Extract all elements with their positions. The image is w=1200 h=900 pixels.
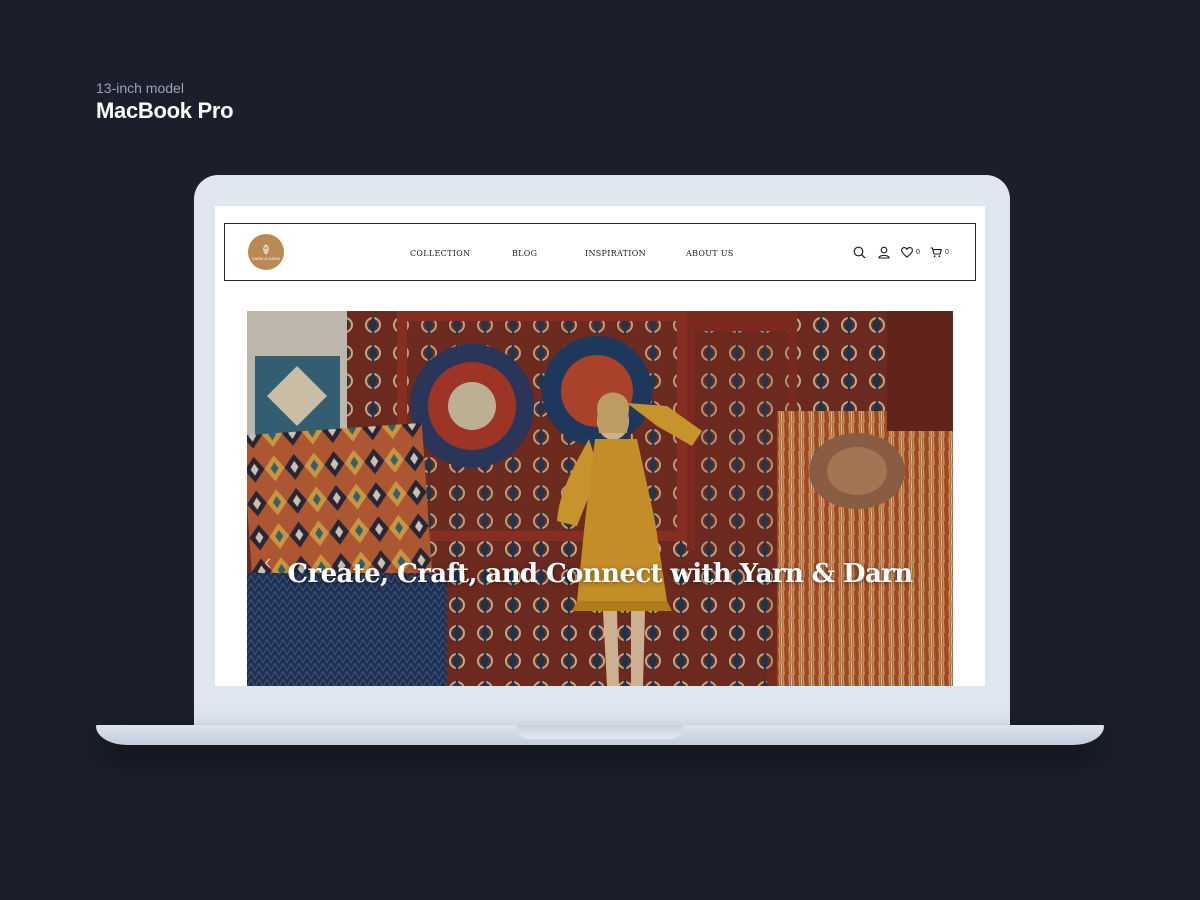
search-button[interactable] xyxy=(853,245,866,259)
cart-button[interactable]: 0 xyxy=(930,245,949,259)
account-button[interactable] xyxy=(878,245,890,259)
nav-blog[interactable]: BLOG xyxy=(512,249,537,258)
wishlist-count: 0 xyxy=(916,248,920,256)
hero-image xyxy=(247,311,953,686)
site-header: YARN & DARN COLLECTION BLOG INSPIRATION … xyxy=(224,223,976,281)
logo-text: YARN & DARN xyxy=(251,255,281,261)
laptop-base xyxy=(96,725,1104,745)
user-icon xyxy=(878,246,890,259)
nav-about-us[interactable]: ABOUT US xyxy=(686,249,734,258)
laptop-notch xyxy=(517,725,683,739)
cart-count: 0 xyxy=(945,248,949,256)
hero-heading: Create, Craft, and Connect with Yarn & D… xyxy=(287,559,913,589)
nav-inspiration[interactable]: INSPIRATION xyxy=(585,249,646,258)
header-icons: 0 0 xyxy=(853,245,963,259)
model-subtitle: 13-inch model xyxy=(96,80,184,96)
search-icon xyxy=(853,246,866,258)
cart-icon xyxy=(930,246,942,257)
nav-collection[interactable]: COLLECTION xyxy=(410,249,470,258)
model-title: MacBook Pro xyxy=(96,98,234,123)
wishlist-button[interactable]: 0 xyxy=(901,245,920,259)
hero-banner: ‹ Create, Craft, and Connect with Yarn &… xyxy=(247,311,953,686)
brand-logo[interactable]: YARN & DARN xyxy=(248,234,284,270)
leaf-icon xyxy=(263,244,269,255)
heart-icon xyxy=(901,246,913,258)
device-caption: 13-inch model MacBook Pro xyxy=(96,79,234,125)
laptop-screen: YARN & DARN COLLECTION BLOG INSPIRATION … xyxy=(215,206,985,686)
